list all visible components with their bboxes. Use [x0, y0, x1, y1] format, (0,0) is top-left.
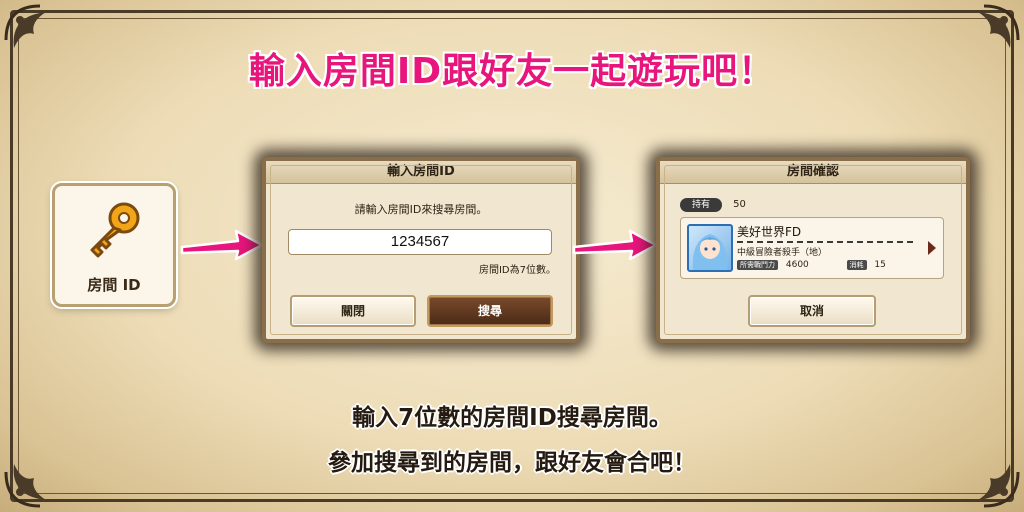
arrow-right-icon: [180, 229, 264, 261]
owned-value: 50: [733, 199, 746, 210]
id-length-hint: 房間ID為7位數。: [478, 265, 556, 276]
room-id-label: 房間 ID: [87, 276, 141, 294]
avatar: [687, 224, 733, 272]
tutorial-screen: 輸入房間ID跟好友一起遊玩吧！ 房間 ID 輸入房間ID 請輸入房間ID來搜尋房…: [0, 0, 1024, 512]
cancel-button[interactable]: 取消: [748, 295, 876, 327]
key-icon: [90, 202, 140, 258]
cost-value: 15: [874, 260, 886, 270]
stat-row: 所需戰鬥力 4600 消耗 15: [737, 260, 937, 271]
divider: [737, 241, 913, 243]
required-power-value: 4600: [785, 260, 809, 270]
chevron-right-icon: [928, 241, 936, 255]
character-portrait-icon: [692, 234, 728, 270]
room-confirm-dialog: 房間確認 持有 50 美好世界FD 中級冒險者殺手（地） 所需戰鬥力 4600: [656, 157, 970, 343]
room-id-input-dialog: 輸入房間ID 請輸入房間ID來搜尋房間。 1234567 房間ID為7位數。 關…: [262, 157, 580, 343]
headline-title: 輸入房間ID跟好友一起遊玩吧！: [248, 51, 776, 92]
search-button[interactable]: 搜尋: [427, 295, 553, 327]
room-id-tile[interactable]: 房間 ID: [52, 183, 176, 307]
instruction-line-1: 輸入7位數的房間ID搜尋房間。: [352, 405, 672, 431]
close-button[interactable]: 關閉: [290, 295, 416, 327]
dialog-title: 輸入房間ID: [266, 161, 576, 184]
room-id-input[interactable]: 1234567: [288, 229, 552, 255]
room-card[interactable]: 美好世界FD 中級冒險者殺手（地） 所需戰鬥力 4600 消耗 15: [680, 217, 944, 279]
search-prompt: 請輸入房間ID來搜尋房間。: [354, 203, 488, 216]
owned-row: 持有 50: [680, 194, 746, 212]
room-rank: 中級冒險者殺手（地）: [737, 248, 828, 258]
room-name: 美好世界FD: [737, 225, 802, 239]
arrow-right-icon: [572, 229, 658, 261]
cost-badge: 消耗: [846, 260, 867, 270]
instruction-line-2: 參加搜尋到的房間，跟好友會合吧！: [328, 450, 696, 476]
dialog-title: 房間確認: [660, 161, 966, 184]
owned-badge: 持有: [680, 197, 722, 212]
required-power-badge: 所需戰鬥力: [737, 260, 778, 270]
